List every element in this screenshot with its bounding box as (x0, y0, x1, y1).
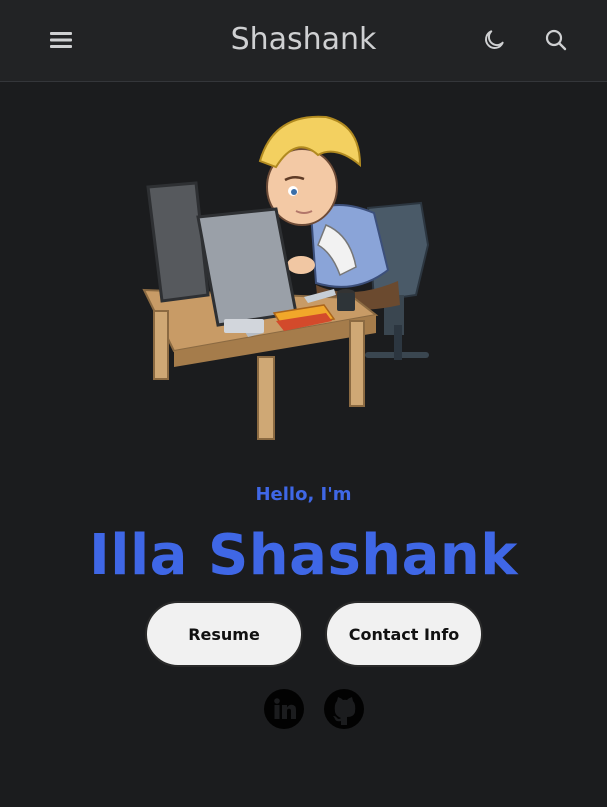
github-link[interactable] (323, 688, 365, 730)
moon-icon (485, 30, 504, 49)
linkedin-link[interactable] (263, 688, 305, 730)
linkedin-icon (264, 689, 304, 729)
site-title[interactable]: Shashank (0, 20, 607, 60)
top-navbar: Shashank (0, 0, 607, 82)
github-icon (324, 689, 364, 729)
developer-at-desk-illustration (142, 115, 430, 440)
greeting-text: Hello, I'm (255, 484, 352, 505)
resume-button[interactable]: Resume (145, 601, 303, 667)
theme-toggle-button[interactable] (474, 20, 514, 60)
contact-info-button[interactable]: Contact Info (325, 601, 483, 667)
search-icon (545, 29, 567, 51)
search-button[interactable] (536, 20, 576, 60)
hero-name: Illa Shashank (88, 523, 519, 588)
